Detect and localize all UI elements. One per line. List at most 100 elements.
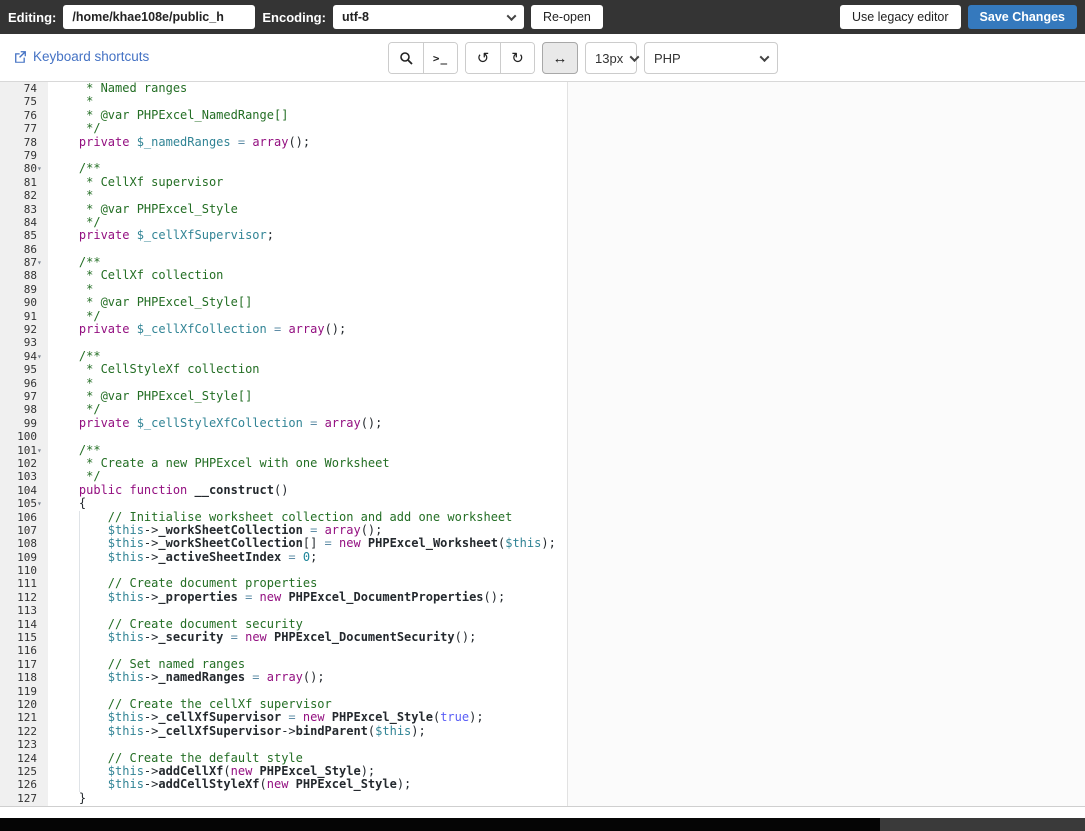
line-number: 80 ▾ xyxy=(0,162,48,175)
line-number: 92 xyxy=(23,323,37,337)
horizontal-scrollbar[interactable] xyxy=(0,818,1085,831)
line-number: 103 xyxy=(17,470,37,484)
redo-icon: ↻ xyxy=(511,50,524,67)
terminal-button[interactable]: >_ xyxy=(423,43,457,73)
code-line: * Named ranges xyxy=(50,82,188,95)
line-number: 87 ▾ xyxy=(0,256,48,269)
code-line: public function __construct() xyxy=(50,482,289,497)
line-number: 100 xyxy=(17,430,37,444)
code-line: */ xyxy=(50,121,101,136)
code-line: */ xyxy=(50,308,101,323)
fold-toggle-icon[interactable]: ▾ xyxy=(37,444,47,457)
line-number: 98 xyxy=(23,403,37,417)
line-number: 76 xyxy=(23,108,37,122)
scrollbar-thumb[interactable] xyxy=(0,818,880,831)
line-number: 79 xyxy=(23,148,37,162)
line-number: 116 xyxy=(17,644,37,658)
line-number: 96 xyxy=(23,376,37,390)
code-line: * xyxy=(50,188,94,203)
code-line: */ xyxy=(50,469,101,484)
code-line: */ xyxy=(50,214,101,229)
file-path-input[interactable] xyxy=(63,5,256,29)
line-number: 82 xyxy=(23,189,37,203)
code-line: // Create the cellXf supervisor xyxy=(50,696,332,711)
line-number: 91 xyxy=(23,309,37,323)
line-number: 114 xyxy=(17,617,37,631)
code-line: * Create a new PHPExcel with one Workshe… xyxy=(50,455,390,470)
code-line: $this->_cellXfSupervisor = new PHPExcel_… xyxy=(50,710,484,725)
code-line: * xyxy=(50,94,94,109)
line-number: 109 xyxy=(17,550,37,564)
line-number: 83 xyxy=(23,202,37,216)
fold-toggle-icon[interactable]: ▾ xyxy=(37,162,47,175)
editing-label: Editing: xyxy=(8,9,57,25)
undo-button[interactable]: ↺ xyxy=(466,43,500,73)
code-line: } xyxy=(50,790,87,805)
legacy-editor-button[interactable]: Use legacy editor xyxy=(839,5,961,29)
font-size-value: 13px xyxy=(595,50,624,66)
line-number: 111 xyxy=(17,577,37,591)
line-number: 125 xyxy=(17,764,37,778)
code-line: // Create document security xyxy=(50,616,303,631)
code-area[interactable]: * Named ranges * * @var PHPExcel_NamedRa… xyxy=(48,82,1085,806)
line-number: 86 xyxy=(23,242,37,256)
line-number: 113 xyxy=(17,604,37,618)
syntax-mode-select[interactable]: PHP xyxy=(644,42,778,74)
line-number: 101 ▾ xyxy=(0,444,48,457)
code-line: $this->_cellXfSupervisor->bindParent($th… xyxy=(50,723,426,738)
search-terminal-group: >_ xyxy=(388,42,458,74)
save-changes-button[interactable]: Save Changes xyxy=(967,5,1077,29)
code-line: private $_cellXfSupervisor; xyxy=(50,228,274,243)
toolbar-controls: >_ ↺ ↻ ↔ 13px PHP xyxy=(388,42,778,74)
fold-toggle-icon[interactable]: ▾ xyxy=(37,497,47,510)
code-line: private $_cellXfCollection = array(); xyxy=(50,322,347,337)
line-number: 106 xyxy=(17,510,37,524)
encoding-select[interactable]: utf-8 xyxy=(332,5,524,29)
editor-footer-strip xyxy=(0,806,1085,818)
code-line: $this->_workSheetCollection = array(); xyxy=(50,522,383,537)
fold-toggle-icon[interactable]: ▾ xyxy=(37,350,47,363)
code-line: // Create document properties xyxy=(50,576,318,591)
reopen-button[interactable]: Re-open xyxy=(530,5,603,29)
line-number: 112 xyxy=(17,590,37,604)
line-number: 84 xyxy=(23,215,37,229)
undo-icon: ↺ xyxy=(476,50,490,67)
code-line: private $_cellStyleXfCollection = array(… xyxy=(50,415,383,430)
line-number: 120 xyxy=(17,697,37,711)
code-line: $this->addCellStyleXf(new PHPExcel_Style… xyxy=(50,777,412,792)
code-line: * xyxy=(50,281,94,296)
word-wrap-toggle-button[interactable]: ↔ xyxy=(542,42,578,74)
keyboard-shortcuts-link[interactable]: Keyboard shortcuts xyxy=(14,49,149,64)
line-number: 107 xyxy=(17,523,37,537)
line-number: 89 xyxy=(23,282,37,296)
line-number: 93 xyxy=(23,336,37,350)
encoding-label: Encoding: xyxy=(262,9,326,25)
line-number: 117 xyxy=(17,657,37,671)
line-number: 119 xyxy=(17,684,37,698)
syntax-mode-value: PHP xyxy=(654,50,681,66)
chevron-down-icon xyxy=(629,51,640,62)
font-size-select[interactable]: 13px xyxy=(585,42,640,74)
code-line: * CellXf collection xyxy=(50,268,224,283)
fold-toggle-icon[interactable]: ▾ xyxy=(37,256,47,269)
redo-button[interactable]: ↻ xyxy=(500,43,534,73)
gutter[interactable]: 74 75 76 77 78 79 80 ▾ 81 82 83 84 85 86 87 ▾ 88 89 90 91 92… xyxy=(0,82,48,806)
search-button[interactable] xyxy=(389,43,423,73)
code-line: // Set named ranges xyxy=(50,656,246,671)
line-number: 102 xyxy=(17,456,37,470)
code-line: * @var PHPExcel_NamedRange[] xyxy=(50,107,289,122)
code-lines: * Named ranges * * @var PHPExcel_NamedRa… xyxy=(48,82,1085,805)
line-number: 90 xyxy=(23,296,37,310)
code-line: * xyxy=(50,375,94,390)
line-number: 78 xyxy=(23,135,37,149)
line-number: 126 xyxy=(17,778,37,792)
code-editor[interactable]: 74 75 76 77 78 79 80 ▾ 81 82 83 84 85 86 87 ▾ 88 89 90 91 92… xyxy=(0,82,1085,806)
editor-toolbar: Keyboard shortcuts >_ ↺ ↻ ↔ 13px PHP xyxy=(0,34,1085,82)
code-line: /** xyxy=(50,348,101,363)
code-line: $this->_activeSheetIndex = 0; xyxy=(50,549,318,564)
code-line: $this->_namedRanges = array(); xyxy=(50,670,325,685)
